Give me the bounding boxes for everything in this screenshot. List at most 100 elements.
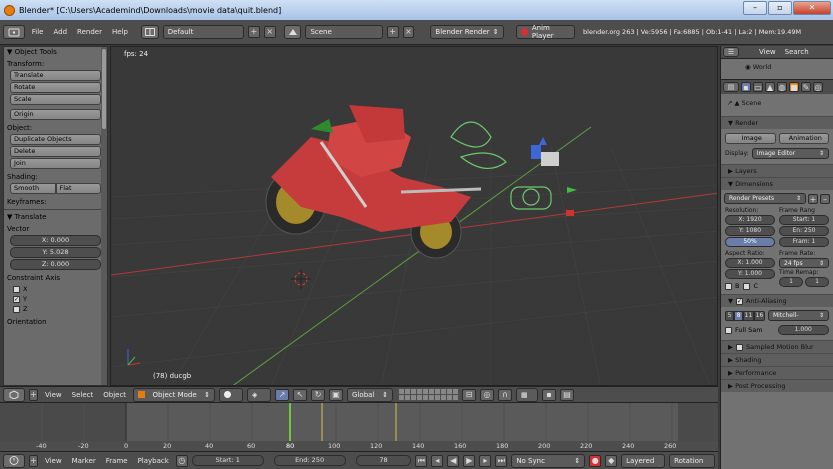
add-screen-button[interactable]: +: [247, 26, 260, 38]
menu-render[interactable]: Render: [74, 28, 105, 36]
duplicate-objects-button[interactable]: Duplicate Objects: [10, 134, 101, 145]
add-preset-button[interactable]: +: [808, 193, 818, 204]
object-tools-title[interactable]: ▼ Object Tools: [4, 47, 107, 57]
checkbox-x-box[interactable]: [13, 285, 20, 293]
motorcycle-model[interactable]: [265, 105, 482, 259]
menu-view[interactable]: View: [756, 48, 779, 56]
aa-samples-option[interactable]: 16: [754, 310, 765, 321]
keying-set-field[interactable]: Rotation: [669, 453, 716, 468]
preview-range-button[interactable]: ◷: [175, 454, 188, 467]
play-reverse-button[interactable]: ◀: [447, 454, 460, 467]
origin-button[interactable]: Origin: [10, 109, 101, 120]
smooth-button[interactable]: Smooth: [10, 183, 56, 194]
viewport-shading-dropdown[interactable]: [219, 387, 244, 402]
time-remap-new-field[interactable]: 1: [805, 277, 829, 287]
crop-checkbox[interactable]: C: [743, 282, 758, 290]
aa-samples-option[interactable]: 5: [725, 310, 734, 321]
keying-mode-field[interactable]: Layered: [621, 453, 666, 468]
menu-object[interactable]: Object: [100, 391, 129, 399]
resolution-y-field[interactable]: Y: 1080: [725, 226, 775, 236]
frame-end-field[interactable]: En: 250: [779, 226, 829, 236]
delete-button[interactable]: Delete: [10, 146, 101, 157]
frame-rate-dropdown[interactable]: 24 fps ⇕: [779, 258, 829, 268]
filter-size-field[interactable]: 1.000: [777, 325, 829, 335]
close-button[interactable]: ✕: [793, 1, 831, 15]
menu-select[interactable]: Select: [69, 391, 97, 399]
rotate-manipulator-button[interactable]: ↻: [311, 388, 326, 401]
translate-manipulator-button[interactable]: ↖: [293, 388, 308, 401]
scene-field[interactable]: Scene: [305, 25, 383, 39]
snap-toggle[interactable]: ∩: [498, 388, 513, 401]
pivot-point-dropdown[interactable]: ◈: [247, 387, 272, 402]
time-remap-old-field[interactable]: 1: [779, 277, 803, 287]
end-frame-field[interactable]: End: 250: [273, 455, 346, 466]
render-image-button[interactable]: Image: [725, 133, 776, 144]
timeline-editor[interactable]: -40 -20 0 20 40 60 80 100 120 140 160 18…: [0, 402, 718, 452]
constraint-y-checkbox[interactable]: ✓ Y: [13, 295, 98, 303]
menu-file[interactable]: File: [29, 28, 47, 36]
aspect-x-field[interactable]: X: 1.000: [725, 258, 775, 268]
render-animation-button[interactable]: Animation: [778, 133, 829, 144]
constraint-z-checkbox[interactable]: Z: [13, 305, 98, 313]
render-still-button[interactable]: ▪: [542, 388, 557, 401]
current-frame-field[interactable]: 78: [355, 455, 412, 466]
screen-layout-button[interactable]: [140, 25, 159, 39]
border-checkbox-box[interactable]: [725, 282, 732, 290]
next-keyframe-button[interactable]: ▸: [479, 454, 492, 467]
frame-start-field[interactable]: Start: 1: [779, 215, 829, 225]
modifiers-context-tab[interactable]: ✎: [801, 82, 811, 92]
world-context-tab[interactable]: ◍: [777, 82, 787, 92]
screen-layout-field[interactable]: Default: [162, 25, 244, 39]
render-panel-header[interactable]: ▼ Render: [721, 116, 833, 129]
delete-scene-button[interactable]: ×: [402, 26, 415, 38]
manipulator-toggle[interactable]: ↗: [275, 388, 290, 401]
editor-type-3d-button[interactable]: [3, 387, 25, 402]
sync-mode-dropdown[interactable]: No Sync ⇕: [511, 453, 586, 468]
menu-view[interactable]: View: [42, 457, 65, 465]
layer-lock-button[interactable]: ⊟: [462, 388, 477, 401]
translate-button[interactable]: Translate: [10, 70, 101, 81]
anti-aliasing-checkbox[interactable]: ✓: [736, 297, 743, 305]
render-engine-dropdown[interactable]: Blender Render ⇕: [430, 25, 504, 39]
resolution-x-field[interactable]: X: 1920: [725, 215, 775, 225]
crop-checkbox-box[interactable]: [743, 282, 751, 290]
scale-manipulator-button[interactable]: ▣: [329, 388, 344, 401]
aa-samples-selector[interactable]: 5 8 11 16: [725, 310, 765, 321]
motion-blur-checkbox[interactable]: [736, 343, 743, 351]
anti-aliasing-panel-header[interactable]: ▼ ✓ Anti-Aliasing: [721, 294, 833, 307]
motion-blur-panel-header[interactable]: ▶ Sampled Motion Blur: [721, 340, 833, 353]
render-presets-dropdown[interactable]: Render Presets ⇕: [724, 193, 806, 204]
snap-element-dropdown[interactable]: ▦: [516, 387, 539, 402]
layer-buttons[interactable]: [399, 389, 459, 400]
play-button[interactable]: ▶: [463, 454, 476, 467]
menu-playback[interactable]: Playback: [135, 457, 172, 465]
display-dropdown[interactable]: Image Editor ⇕: [751, 148, 829, 159]
add-scene-button[interactable]: +: [386, 26, 399, 38]
editor-type-info-button[interactable]: [3, 25, 25, 39]
full-sample-checkbox-box[interactable]: [725, 326, 732, 334]
physics-context-tab[interactable]: ◎: [813, 82, 823, 92]
prev-keyframe-button[interactable]: ◂: [431, 454, 444, 467]
menu-help[interactable]: Help: [109, 28, 131, 36]
resolution-percentage-field[interactable]: 50%: [725, 237, 775, 247]
anti-aliasing-checkbox-box[interactable]: ✓: [736, 297, 743, 305]
border-checkbox[interactable]: B: [725, 282, 739, 290]
start-frame-field[interactable]: Start: 1: [191, 455, 264, 466]
menu-search[interactable]: Search: [782, 48, 812, 56]
menu-marker[interactable]: Marker: [69, 457, 99, 465]
flat-button[interactable]: Flat: [55, 183, 101, 194]
vector-y-field[interactable]: Y: 5.028: [10, 247, 101, 258]
performance-panel-header[interactable]: ▶ Performance: [721, 366, 833, 379]
aa-filter-dropdown[interactable]: Mitchell- ⇕: [768, 310, 829, 321]
join-button[interactable]: Join: [10, 158, 101, 169]
keyframe-type-button[interactable]: ◆: [605, 454, 618, 467]
proportional-edit-button[interactable]: ◎: [480, 388, 495, 401]
checkbox-y-box[interactable]: ✓: [13, 295, 20, 303]
menu-frame[interactable]: Frame: [103, 457, 131, 465]
shading-panel-header[interactable]: ▶ Shading: [721, 353, 833, 366]
empty-object-cluster[interactable]: [531, 137, 577, 216]
object-context-tab[interactable]: ■: [789, 82, 799, 92]
motion-blur-checkbox-box[interactable]: [736, 343, 743, 351]
vector-x-field[interactable]: X: 0.000: [10, 235, 101, 246]
remove-preset-button[interactable]: –: [820, 193, 830, 204]
